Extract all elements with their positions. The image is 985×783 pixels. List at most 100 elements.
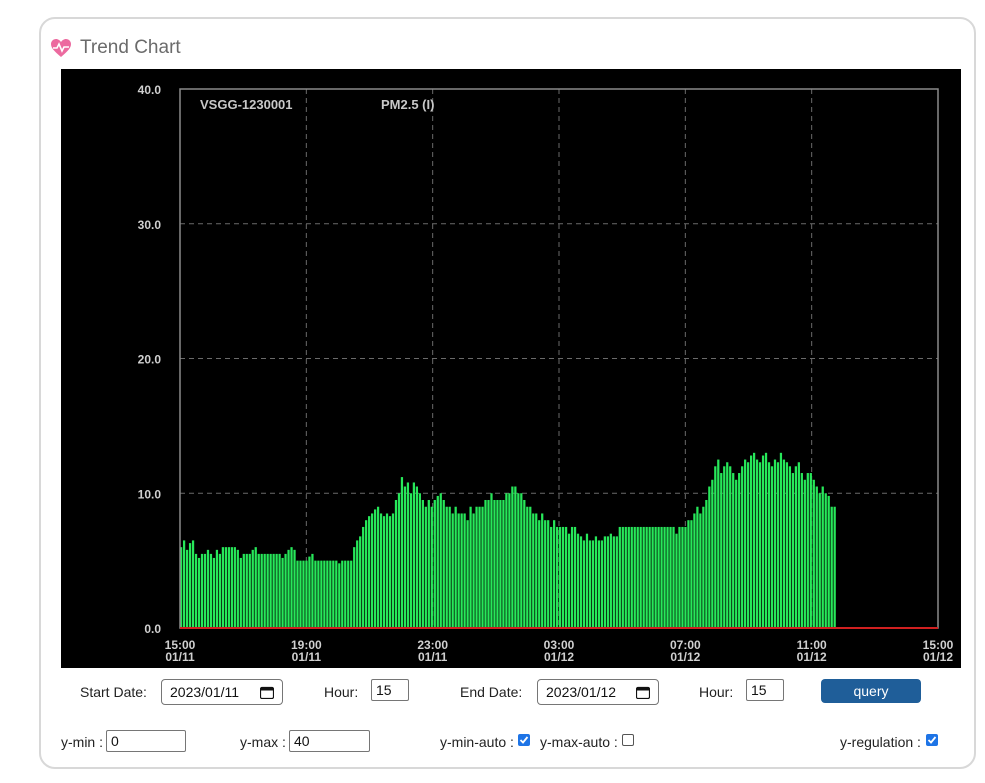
data-bar bbox=[215, 549, 219, 628]
data-bar bbox=[472, 513, 475, 628]
heart-pulse-icon bbox=[51, 39, 71, 57]
data-bar bbox=[379, 513, 383, 628]
data-bar bbox=[242, 553, 245, 628]
data-bar bbox=[726, 462, 729, 628]
data-bar bbox=[496, 499, 499, 628]
data-bar bbox=[478, 506, 481, 628]
data-bar bbox=[490, 493, 493, 628]
chart-svg: 0.010.020.030.040.015:0001/1119:0001/112… bbox=[138, 83, 954, 664]
data-bar bbox=[812, 479, 815, 628]
data-bar bbox=[350, 560, 353, 629]
ymin-auto-label: y-min-auto : bbox=[440, 734, 514, 750]
y-tick-label: 30.0 bbox=[138, 218, 162, 232]
data-bar bbox=[714, 466, 717, 628]
data-bar bbox=[442, 499, 445, 628]
data-bar bbox=[573, 526, 577, 628]
data-bar bbox=[821, 486, 824, 628]
data-bar bbox=[675, 533, 678, 628]
data-bar bbox=[320, 560, 323, 629]
y-tick-label: 40.0 bbox=[138, 83, 162, 97]
data-bar bbox=[744, 459, 747, 628]
data-bar bbox=[308, 556, 311, 628]
calendar-icon[interactable] bbox=[260, 686, 274, 699]
x-tick-date: 01/11 bbox=[165, 650, 195, 664]
data-bar bbox=[493, 499, 496, 628]
data-bar bbox=[529, 506, 532, 628]
data-bar bbox=[314, 560, 317, 629]
data-bar bbox=[621, 526, 624, 628]
data-bar bbox=[481, 506, 484, 628]
yregulation-checkbox[interactable] bbox=[926, 734, 938, 746]
data-bar bbox=[797, 462, 800, 628]
ymin-input[interactable] bbox=[106, 730, 186, 752]
start-date-value: 2023/01/11 bbox=[170, 684, 240, 700]
data-bar bbox=[645, 526, 648, 628]
data-bar bbox=[263, 553, 266, 628]
data-bar bbox=[278, 553, 281, 628]
end-date-input[interactable]: 2023/01/12 bbox=[537, 679, 659, 705]
ymax-auto-checkbox[interactable] bbox=[622, 734, 634, 746]
data-bar bbox=[627, 526, 630, 628]
data-bar bbox=[466, 520, 469, 628]
data-bar bbox=[439, 493, 442, 628]
y-tick-label: 10.0 bbox=[138, 487, 162, 501]
data-bar bbox=[594, 536, 598, 628]
data-bar bbox=[382, 516, 386, 628]
data-bar bbox=[693, 513, 696, 628]
data-bar bbox=[370, 513, 374, 628]
checkmark-icon bbox=[519, 736, 529, 744]
yregulation-label: y-regulation : bbox=[840, 734, 921, 750]
data-bar bbox=[576, 533, 580, 628]
data-bar bbox=[833, 506, 836, 628]
data-bar bbox=[260, 553, 263, 628]
data-bar bbox=[347, 560, 350, 629]
end-date-label: End Date: bbox=[460, 684, 523, 700]
data-bar bbox=[547, 520, 550, 628]
data-bar bbox=[433, 499, 436, 628]
data-bar bbox=[284, 553, 287, 628]
x-tick-date: 01/11 bbox=[418, 650, 448, 664]
data-bar bbox=[678, 526, 681, 628]
data-bar bbox=[427, 499, 430, 628]
data-bar bbox=[454, 506, 457, 628]
data-bar bbox=[209, 553, 213, 628]
data-bar bbox=[239, 557, 242, 628]
data-bar bbox=[666, 526, 669, 628]
data-bar bbox=[588, 540, 592, 628]
calendar-icon[interactable] bbox=[636, 686, 650, 699]
data-bar bbox=[827, 495, 830, 628]
data-bar bbox=[368, 516, 371, 628]
start-hour-input[interactable] bbox=[371, 679, 409, 701]
data-bar bbox=[776, 462, 780, 628]
data-bar bbox=[660, 526, 663, 628]
data-bar bbox=[657, 526, 660, 628]
data-bar bbox=[326, 560, 329, 629]
data-bar bbox=[511, 486, 514, 628]
data-bar bbox=[609, 533, 612, 628]
end-hour-input[interactable] bbox=[746, 679, 784, 701]
start-date-input[interactable]: 2023/01/11 bbox=[161, 679, 283, 705]
data-bar bbox=[672, 526, 675, 628]
data-bar bbox=[791, 473, 795, 628]
data-bar bbox=[773, 459, 777, 628]
ymax-input[interactable] bbox=[289, 730, 370, 752]
start-date-label: Start Date: bbox=[80, 684, 147, 700]
data-bar bbox=[767, 462, 771, 628]
query-button[interactable]: query bbox=[821, 679, 921, 703]
ymin-auto-checkbox[interactable] bbox=[518, 734, 530, 746]
data-bar bbox=[806, 473, 809, 628]
data-bar bbox=[818, 493, 821, 628]
data-bar bbox=[663, 526, 666, 628]
data-bar bbox=[251, 549, 254, 628]
data-bar bbox=[457, 513, 460, 628]
data-bar bbox=[603, 536, 606, 628]
data-bar bbox=[570, 526, 574, 628]
data-bar bbox=[830, 506, 833, 628]
data-bar bbox=[194, 553, 198, 628]
data-bar bbox=[353, 547, 356, 628]
data-bar bbox=[550, 526, 553, 628]
data-bar bbox=[749, 455, 753, 628]
data-bar bbox=[535, 513, 538, 628]
data-bar bbox=[758, 462, 762, 628]
data-bar bbox=[388, 516, 392, 628]
